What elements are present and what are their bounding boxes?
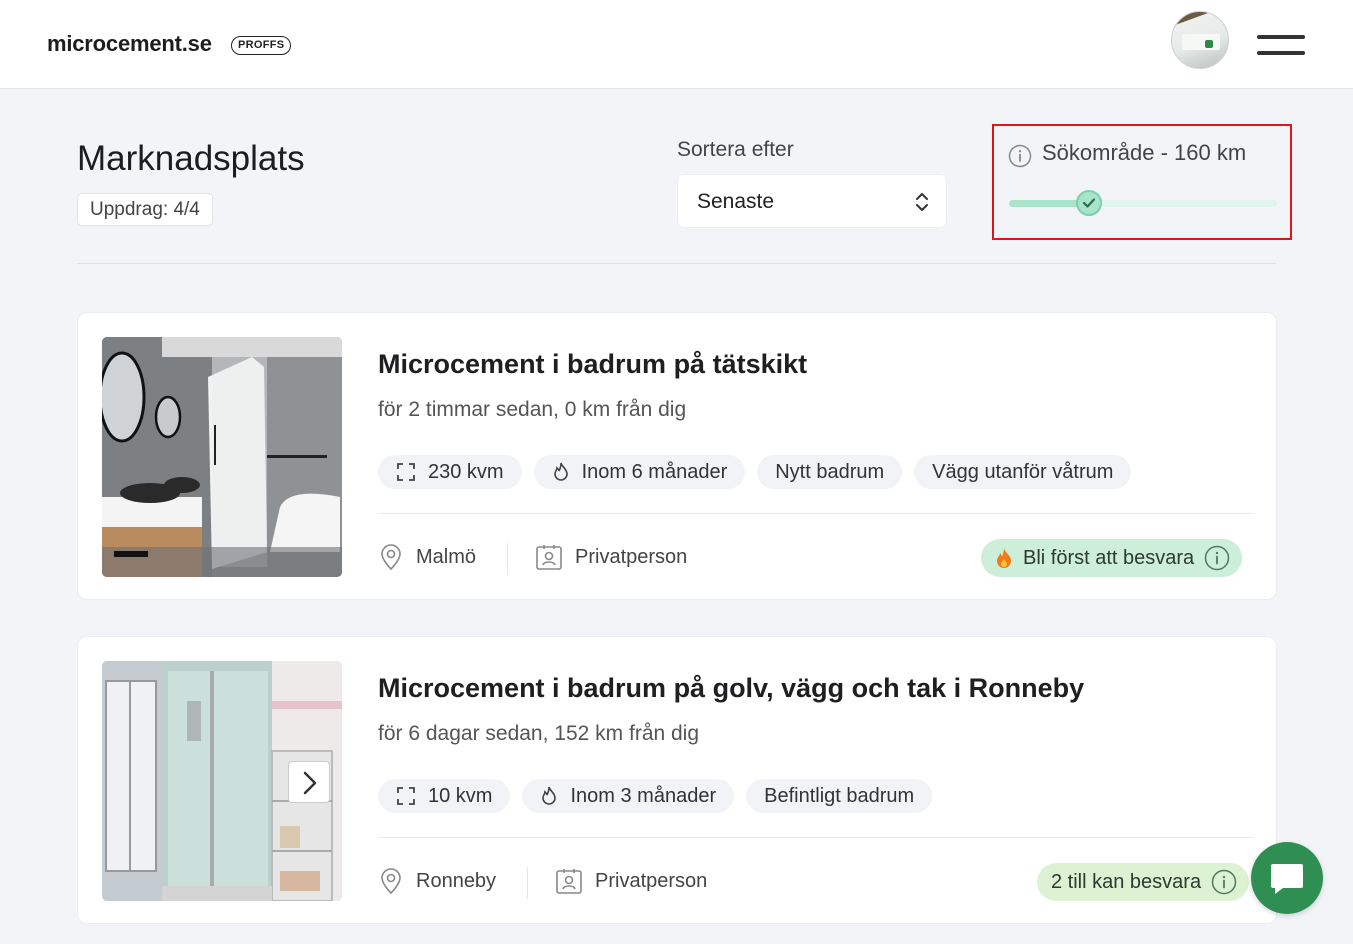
avatar-screen <box>1182 34 1220 50</box>
area-icon <box>397 463 415 481</box>
cta-label: Bli först att besvara <box>1023 546 1195 569</box>
client-type-label: Privatperson <box>575 545 688 568</box>
location-label: Ronneby <box>416 869 497 892</box>
job-card[interactable]: Microcement i badrum på tätskikt för 2 t… <box>77 312 1277 600</box>
section-divider <box>77 263 1276 264</box>
info-icon[interactable] <box>1008 144 1032 168</box>
tag-area: 10 kvm <box>378 779 511 813</box>
location-label: Malmö <box>416 545 477 568</box>
sort-value: Senaste <box>697 190 775 213</box>
person-card-icon <box>536 545 562 570</box>
chat-button[interactable] <box>1251 842 1323 914</box>
job-subtitle: för 2 timmar sedan, 0 km från dig <box>378 398 687 421</box>
card-divider <box>378 513 1254 514</box>
tag-label: Nytt badrum <box>775 460 885 483</box>
job-photo[interactable] <box>102 661 342 901</box>
slider-thumb[interactable] <box>1076 190 1103 216</box>
job-title[interactable]: Microcement i badrum på tätskikt <box>378 349 807 380</box>
flame-icon <box>553 462 568 481</box>
tag-timeframe: Inom 6 månader <box>533 455 746 489</box>
tag-type: Nytt badrum <box>757 455 903 489</box>
tag-label: 230 kvm <box>428 460 504 483</box>
answer-first-button[interactable]: Bli först att besvara <box>981 539 1243 577</box>
remaining-answers-button[interactable]: 2 till kan besvara <box>1037 863 1250 901</box>
search-radius-label: Sökområde - 160 km <box>1042 140 1247 165</box>
meta-separator <box>527 867 528 899</box>
check-icon <box>1083 198 1096 208</box>
job-card[interactable]: Microcement i badrum på golv, vägg och t… <box>77 636 1277 924</box>
next-photo-button[interactable] <box>288 761 330 803</box>
tag-label: Vägg utanför våtrum <box>932 460 1114 483</box>
location-pin-icon <box>381 544 401 571</box>
chat-bubble-icon <box>1271 864 1303 894</box>
job-tags: 230 kvm Inom 6 månader Nytt badrum Vägg … <box>378 455 1132 489</box>
sort-label: Sortera efter <box>677 138 794 161</box>
job-location: Malmö <box>378 543 476 571</box>
tag-area: 230 kvm <box>378 455 522 489</box>
cta-label: 2 till kan besvara <box>1051 870 1202 893</box>
bathroom-photo <box>102 337 342 577</box>
info-icon[interactable] <box>1211 869 1237 895</box>
avatar-detail <box>1205 40 1213 48</box>
chevron-right-icon <box>303 771 317 795</box>
card-divider <box>378 837 1254 838</box>
tag-label: Inom 3 månader <box>570 784 717 807</box>
job-location: Ronneby <box>378 867 496 895</box>
job-tags: 10 kvm Inom 3 månader Befintligt badrum <box>378 779 933 813</box>
tag-type: Befintligt badrum <box>746 779 933 813</box>
menu-button[interactable] <box>1257 33 1305 57</box>
tag-timeframe: Inom 3 månader <box>522 779 735 813</box>
fire-icon <box>997 548 1011 568</box>
logo[interactable]: microcement.se <box>47 31 212 57</box>
avatar[interactable] <box>1171 11 1229 69</box>
hamburger-icon-line <box>1257 51 1305 55</box>
location-pin-icon <box>381 868 401 895</box>
area-icon <box>397 787 415 805</box>
tag-label: 10 kvm <box>428 784 493 807</box>
job-client-type: Privatperson <box>555 867 707 895</box>
sort-select[interactable]: Senaste <box>677 174 947 228</box>
job-count-badge: Uppdrag: 4/4 <box>77 193 213 226</box>
proffs-badge: PROFFS <box>231 36 292 55</box>
job-subtitle: för 6 dagar sedan, 152 km från dig <box>378 722 700 745</box>
top-bar: microcement.se PROFFS <box>0 0 1353 89</box>
info-icon[interactable] <box>1204 545 1230 571</box>
job-title[interactable]: Microcement i badrum på golv, vägg och t… <box>378 673 1084 704</box>
flame-icon <box>542 786 557 805</box>
person-card-icon <box>556 869 582 894</box>
hamburger-icon <box>1257 35 1305 39</box>
job-photo[interactable] <box>102 337 342 577</box>
chevron-up-down-icon <box>916 193 928 211</box>
page-title: Marknadsplats <box>77 139 305 178</box>
job-client-type: Privatperson <box>535 543 687 571</box>
search-radius-control: Sökområde - 160 km <box>992 124 1292 240</box>
meta-separator <box>507 543 508 575</box>
tag-surface: Vägg utanför våtrum <box>914 455 1132 489</box>
tag-label: Befintligt badrum <box>764 784 915 807</box>
client-type-label: Privatperson <box>595 869 708 892</box>
tag-label: Inom 6 månader <box>581 460 728 483</box>
